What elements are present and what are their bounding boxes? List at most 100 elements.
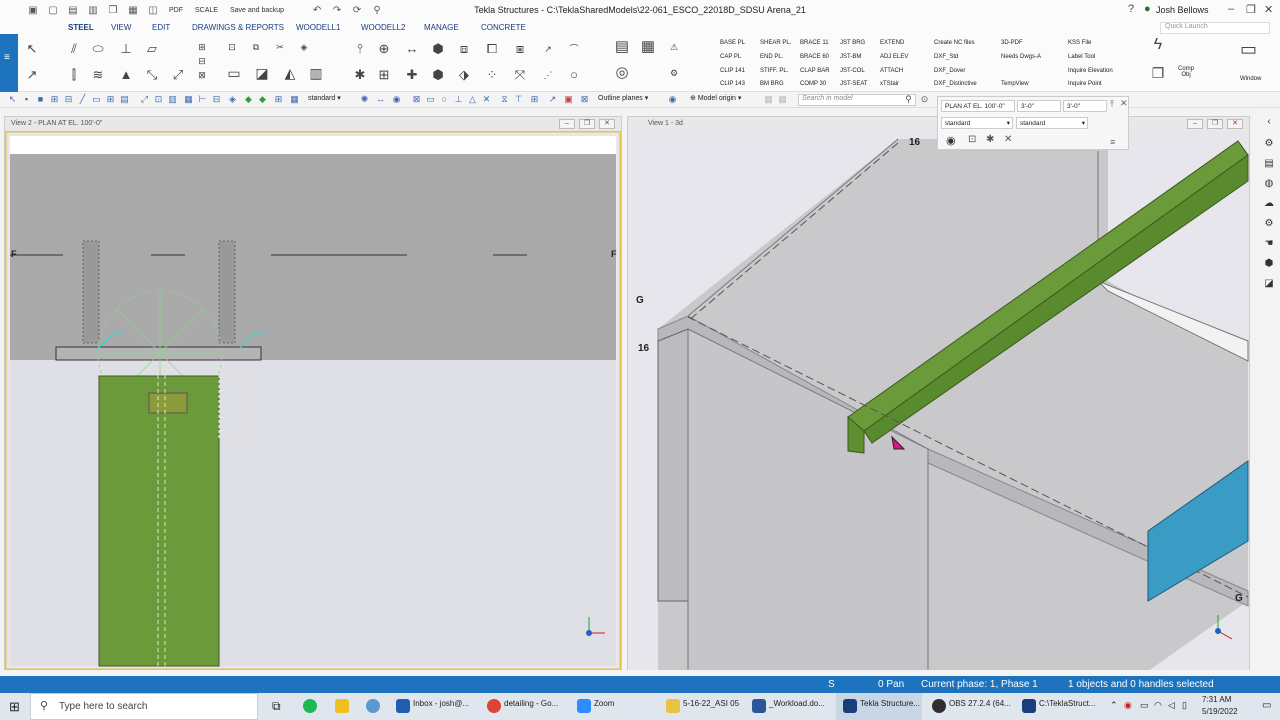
- add-icon[interactable]: ✚: [404, 68, 420, 82]
- bent-plate-icon[interactable]: ◪: [254, 66, 270, 80]
- tekla-icon[interactable]: [843, 699, 857, 713]
- taskbar-app-tekla-2[interactable]: C:\TeklaStruct...: [1039, 699, 1095, 708]
- volume-icon[interactable]: ◁: [1168, 700, 1175, 711]
- macro-label-tool[interactable]: Label Tool: [1068, 54, 1095, 60]
- minimize-button[interactable]: –: [1228, 3, 1234, 15]
- weld-icon[interactable]: ⊕: [376, 42, 392, 56]
- strip-icon[interactable]: ≋: [90, 68, 106, 82]
- column-icon[interactable]: ⊥: [118, 42, 134, 56]
- plan-canvas[interactable]: [5, 131, 621, 670]
- qa-pdf[interactable]: PDF: [169, 7, 183, 14]
- tab-manage[interactable]: MANAGE: [424, 23, 459, 32]
- polybeam-icon[interactable]: ⬭: [90, 42, 106, 56]
- refresh-icon[interactable]: ⟳: [350, 5, 364, 17]
- view-1-3d[interactable]: View 1 - 3d – ❐ ✕ 16 G 16 G: [627, 116, 1250, 670]
- outlook-icon[interactable]: [396, 699, 410, 713]
- taskbar-app-folder[interactable]: 5-16-22_ASI 05: [683, 699, 739, 708]
- arc-icon[interactable]: ⌒: [566, 42, 582, 56]
- macro-jst-bm[interactable]: JST-BM: [840, 54, 861, 60]
- qa-scale[interactable]: SCALE: [195, 7, 218, 14]
- battery-icon[interactable]: ▯: [1182, 700, 1187, 711]
- polyline-icon[interactable]: ⋰: [540, 68, 556, 82]
- menu-icon[interactable]: ≡: [4, 52, 10, 63]
- view-props-select-2[interactable]: standard ▾: [1016, 117, 1088, 129]
- snap-zone-icon[interactable]: ⊠: [580, 95, 589, 104]
- snap-perp-icon[interactable]: ✕: [482, 95, 491, 104]
- chamfer-icon[interactable]: ◭: [282, 66, 298, 80]
- explode-icon[interactable]: ✱: [352, 68, 368, 82]
- taskbar-app-word[interactable]: _Workload.do...: [769, 699, 825, 708]
- grid-icon[interactable]: ⊞: [376, 68, 392, 82]
- properties-icon[interactable]: ⚙: [1263, 138, 1275, 150]
- numbering-icon[interactable]: ◎: [614, 65, 630, 80]
- select-points-icon[interactable]: ⊞: [50, 95, 59, 104]
- polygon-cut-icon[interactable]: ◈: [296, 40, 312, 54]
- macro-kss-file[interactable]: KSS File: [1068, 40, 1091, 46]
- ribbon-collapse-strip[interactable]: ≡: [0, 34, 18, 92]
- word-icon[interactable]: [752, 699, 766, 713]
- help-icon[interactable]: ?: [1128, 3, 1134, 15]
- redo-icon[interactable]: ↷: [330, 5, 344, 17]
- cone-icon[interactable]: ▲: [118, 68, 134, 82]
- snap-settings-icon[interactable]: ✺: [360, 95, 369, 104]
- brace-icon[interactable]: ⤡: [144, 68, 160, 82]
- hand-icon[interactable]: ☚: [1263, 238, 1275, 250]
- select-grids-icon[interactable]: ⊟: [64, 95, 73, 104]
- select-group-icon[interactable]: ⊞: [274, 95, 283, 104]
- circle-icon[interactable]: ○: [566, 68, 582, 82]
- snap-any-icon[interactable]: ⊤: [514, 95, 523, 104]
- open-icon[interactable]: ▤: [66, 5, 80, 17]
- snap-override-icon[interactable]: ↔: [376, 95, 385, 104]
- block-icon[interactable]: ⬢: [430, 68, 446, 82]
- snap-intersection-icon[interactable]: △: [468, 95, 477, 104]
- pointer-icon[interactable]: ↖: [24, 42, 40, 56]
- plate-icon[interactable]: ▭: [226, 66, 242, 80]
- view1-close-button[interactable]: ✕: [1227, 119, 1243, 129]
- outline-planes-select[interactable]: Outline planes ▾: [598, 94, 648, 102]
- clock-time[interactable]: 7:31 AM: [1202, 695, 1231, 704]
- pin-icon[interactable]: ⤒: [1110, 99, 1114, 110]
- macro-clip-141[interactable]: CLIP 141: [720, 68, 745, 74]
- tab-concrete[interactable]: CONCRETE: [481, 23, 526, 32]
- snap-nearest-icon[interactable]: ⊞: [530, 95, 539, 104]
- snap-extension-icon[interactable]: ⧖: [500, 95, 509, 104]
- macro-end-pl[interactable]: END PL.: [760, 54, 783, 60]
- tab-drawings-reports[interactable]: DRAWINGS & REPORTS: [192, 23, 284, 32]
- layers-icon[interactable]: ◪: [1263, 278, 1275, 290]
- quick-launch-input[interactable]: Quick Launch: [1160, 22, 1270, 34]
- view-clip-icon[interactable]: ⊡: [968, 134, 976, 145]
- link-icon[interactable]: ⚲: [370, 5, 384, 17]
- select-reference-icon[interactable]: ⊢: [198, 95, 207, 104]
- catalog-icon[interactable]: ▤: [1263, 158, 1275, 170]
- taskbar-app-chrome[interactable]: detailing - Go...: [504, 699, 558, 708]
- view-2-plan[interactable]: View 2 - PLAN AT EL. 100'-0" – ❐ ✕ F F: [4, 116, 622, 670]
- dialog-close-icon[interactable]: ✕: [1120, 98, 1128, 109]
- snap-line-icon[interactable]: ↗: [548, 95, 557, 104]
- select-object-icon[interactable]: ◆: [258, 95, 267, 104]
- copy-special-icon[interactable]: ⬗: [456, 68, 472, 82]
- chrome-icon[interactable]: [487, 699, 501, 713]
- beam-icon[interactable]: ⫽: [66, 42, 82, 56]
- qa-save-backup[interactable]: Save and backup: [230, 7, 284, 14]
- view-tools-icon[interactable]: ✱: [986, 134, 994, 145]
- cube-icon[interactable]: ⬢: [430, 42, 446, 56]
- lightning-icon[interactable]: ϟ: [1150, 37, 1166, 53]
- depth-up-field[interactable]: 3'-0": [1017, 100, 1061, 112]
- macro-inquire-elevation[interactable]: Inquire Elevation: [1068, 68, 1113, 74]
- drawing-list-icon[interactable]: ▤: [614, 39, 630, 54]
- view-eye-icon[interactable]: ◉: [946, 134, 956, 147]
- selection-filter-select[interactable]: standard ▾: [308, 94, 341, 102]
- connection-icon[interactable]: ⧆: [512, 42, 528, 56]
- measure-icon[interactable]: ↔: [404, 42, 420, 56]
- app-icon[interactable]: ▣: [26, 5, 40, 17]
- tab-steel[interactable]: STEEL: [68, 23, 94, 32]
- select-bolts-icon[interactable]: ⊡: [154, 95, 163, 104]
- tekla-2-icon[interactable]: [1022, 699, 1036, 713]
- snap-geometry-icon[interactable]: ▭: [426, 95, 435, 104]
- bolt-icon[interactable]: ⫯: [352, 42, 368, 56]
- phase-icon[interactable]: ⚙: [666, 66, 682, 80]
- macro-clap-bar[interactable]: CLAP BAR: [800, 68, 830, 74]
- select-surface-icon[interactable]: ■: [36, 95, 45, 104]
- network-icon[interactable]: ▭: [1140, 700, 1149, 711]
- macro-base-pl[interactable]: BASE PL: [720, 40, 745, 46]
